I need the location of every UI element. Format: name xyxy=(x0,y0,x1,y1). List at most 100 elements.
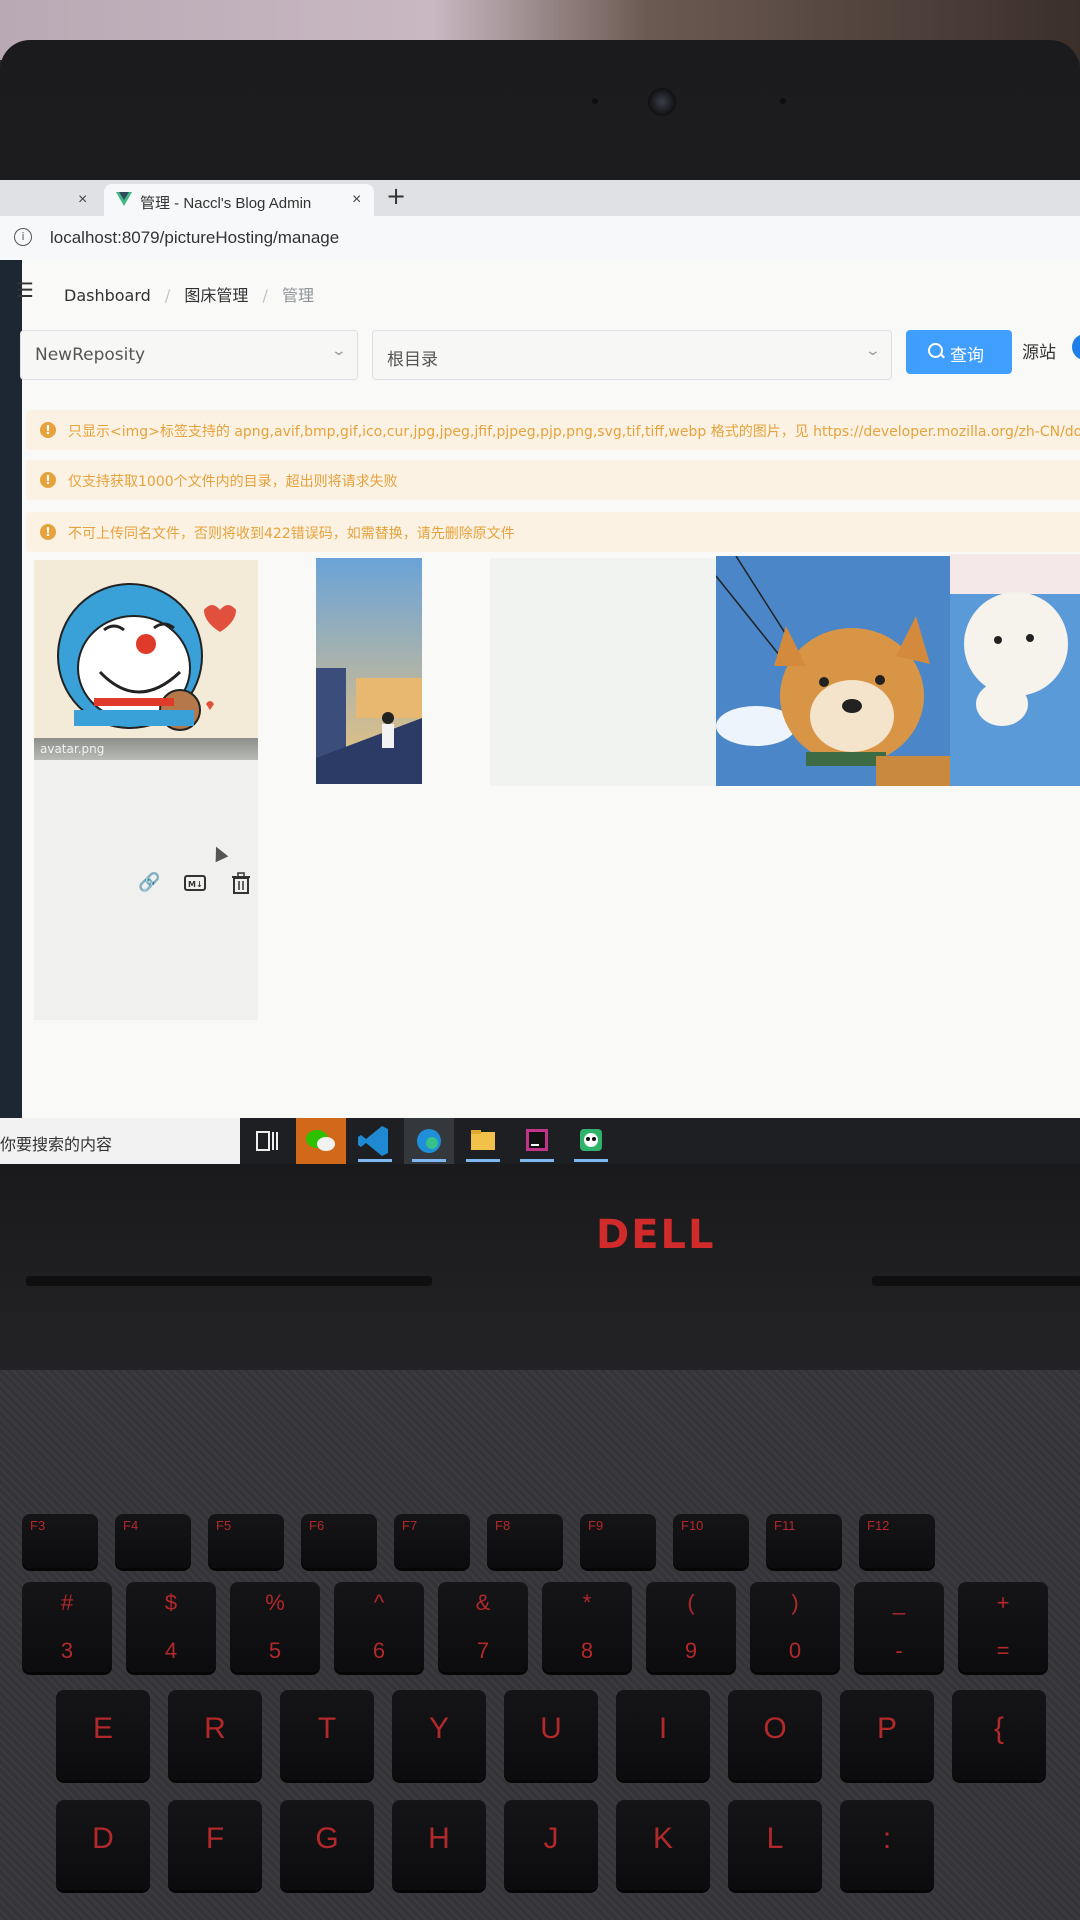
source-toggle-switch[interactable] xyxy=(1072,334,1080,360)
edge-browser-icon[interactable] xyxy=(404,1118,454,1164)
letter-key[interactable]: E xyxy=(56,1690,150,1780)
shiba-dog-thumbnail[interactable] xyxy=(716,556,950,786)
anime-scene-thumbnail[interactable] xyxy=(316,558,422,784)
wechat-icon[interactable] xyxy=(296,1118,346,1164)
breadcrumb-dashboard[interactable]: Dashboard xyxy=(64,286,151,305)
number-key[interactable]: ) 0 xyxy=(750,1582,840,1672)
function-key[interactable]: F7 xyxy=(394,1514,470,1568)
function-key[interactable]: F3 xyxy=(22,1514,98,1568)
letter-key[interactable]: { xyxy=(952,1690,1046,1780)
jetbrains-icon[interactable] xyxy=(512,1118,562,1164)
function-key[interactable]: F4 xyxy=(115,1514,191,1568)
letter-key[interactable]: : xyxy=(840,1800,934,1890)
url-text[interactable]: localhost:8079/pictureHosting/manage xyxy=(50,228,339,248)
letter-key[interactable]: R xyxy=(168,1690,262,1780)
function-key[interactable]: F11 xyxy=(766,1514,842,1568)
white-dog-thumbnail[interactable] xyxy=(950,554,1080,786)
function-key-label: F12 xyxy=(867,1518,890,1533)
browser-tab-inactive[interactable]: × xyxy=(0,184,100,216)
tab-close-icon[interactable]: × xyxy=(78,191,87,209)
address-bar[interactable]: i localhost:8079/pictureHosting/manage xyxy=(0,216,1080,261)
vscode-icon[interactable] xyxy=(350,1118,400,1164)
key-label: K xyxy=(652,1822,673,1855)
alert-limit-warning: ! 仅支持获取1000个文件内的目录，超出则将请求失败 xyxy=(26,460,1080,500)
directory-select[interactable]: 根目录 ⌄ xyxy=(372,330,892,380)
letter-key[interactable]: U xyxy=(504,1690,598,1780)
key-shift-label: ) xyxy=(791,1590,799,1615)
function-key[interactable]: F12 xyxy=(859,1514,935,1568)
letter-key[interactable]: K xyxy=(616,1800,710,1890)
sensor-dot xyxy=(780,98,786,104)
letter-key[interactable]: Y xyxy=(392,1690,486,1780)
menu-toggle-icon[interactable]: ☰ xyxy=(16,278,38,302)
site-info-icon[interactable]: i xyxy=(14,228,32,246)
letter-key[interactable]: F xyxy=(168,1800,262,1890)
chevron-down-icon: ⌄ xyxy=(330,343,348,359)
warning-icon: ! xyxy=(40,422,56,438)
key-shift-label: * xyxy=(582,1590,592,1615)
function-key-label: F3 xyxy=(30,1518,46,1533)
key-label: H xyxy=(428,1822,450,1855)
tab-close-icon[interactable]: × xyxy=(352,191,361,209)
function-key[interactable]: F6 xyxy=(301,1514,377,1568)
dell-logo: DELL xyxy=(596,1212,716,1258)
number-key[interactable]: + = xyxy=(958,1582,1048,1672)
chevron-down-icon: ⌄ xyxy=(864,343,882,359)
key-label: I xyxy=(658,1712,668,1745)
number-key[interactable]: * 8 xyxy=(542,1582,632,1672)
letter-key[interactable]: L xyxy=(728,1800,822,1890)
letter-key[interactable]: I xyxy=(616,1690,710,1780)
number-key[interactable]: $4 xyxy=(126,1582,216,1672)
taskbar-search-box[interactable]: 你要搜索的内容 xyxy=(0,1118,240,1164)
image-caption: avatar.png xyxy=(34,738,258,760)
key-shift-label: $ xyxy=(164,1590,178,1615)
laptop-screen: × 管理 - Naccl's Blog Admin × + i localhos… xyxy=(0,180,1080,1130)
markdown-icon[interactable]: M↓ xyxy=(184,872,206,894)
key-label: L xyxy=(766,1822,784,1855)
windows-taskbar: 你要搜索的内容 xyxy=(0,1118,1080,1164)
sidebar xyxy=(0,260,22,1130)
active-indicator xyxy=(412,1159,446,1162)
letter-key[interactable]: T xyxy=(280,1690,374,1780)
hinge-grille xyxy=(872,1276,1080,1286)
number-key[interactable]: & 7 xyxy=(438,1582,528,1672)
file-explorer-icon[interactable] xyxy=(458,1118,508,1164)
query-button-label: 查询 xyxy=(950,346,984,366)
key-label: = xyxy=(996,1638,1010,1663)
app-panda-icon[interactable] xyxy=(566,1118,616,1164)
repository-select[interactable]: NewReposity ⌄ xyxy=(20,330,358,380)
letter-key[interactable]: H xyxy=(392,1800,486,1890)
letter-key[interactable]: O xyxy=(728,1690,822,1780)
letter-key[interactable]: P xyxy=(840,1690,934,1780)
blank-thumbnail[interactable] xyxy=(490,558,718,786)
function-key[interactable]: F10 xyxy=(673,1514,749,1568)
breadcrumb-picture-hosting[interactable]: 图床管理 xyxy=(184,286,248,305)
function-key[interactable]: F8 xyxy=(487,1514,563,1568)
number-key[interactable]: ^ 6 xyxy=(334,1582,424,1672)
new-tab-button[interactable]: + xyxy=(386,182,406,210)
alert-text: 不可上传同名文件，否则将收到422错误码，如需替换，请先删除原文件 xyxy=(68,526,515,542)
number-key[interactable]: % 5 xyxy=(230,1582,320,1672)
alert-format-warning: ! 只显示<img>标签支持的 apng,avif,bmp,gif,ico,cu… xyxy=(26,410,1080,450)
letter-key[interactable]: J xyxy=(504,1800,598,1890)
query-button[interactable]: 查询 xyxy=(906,330,1012,374)
browser-tab-active[interactable]: 管理 - Naccl's Blog Admin × xyxy=(104,184,374,216)
number-key[interactable]: _ - xyxy=(854,1582,944,1672)
number-key[interactable]: (9 xyxy=(646,1582,736,1672)
key-label: 9 xyxy=(684,1638,698,1663)
copy-link-icon[interactable]: 🔗 xyxy=(138,872,160,894)
active-indicator xyxy=(358,1159,392,1162)
key-label: T xyxy=(317,1712,337,1745)
letter-key[interactable]: D xyxy=(56,1800,150,1890)
alert-duplicate-warning: ! 不可上传同名文件，否则将收到422错误码，如需替换，请先删除原文件 xyxy=(26,512,1080,552)
search-icon xyxy=(928,343,943,358)
function-key[interactable]: F5 xyxy=(208,1514,284,1568)
function-key[interactable]: F9 xyxy=(580,1514,656,1568)
doraemon-thumbnail[interactable] xyxy=(34,560,258,738)
key-label: 0 xyxy=(788,1638,802,1663)
function-key-label: F11 xyxy=(774,1518,796,1533)
number-key[interactable]: #3 xyxy=(22,1582,112,1672)
letter-key[interactable]: G xyxy=(280,1800,374,1890)
delete-trash-icon[interactable] xyxy=(230,872,252,894)
task-view-icon[interactable] xyxy=(242,1118,292,1164)
